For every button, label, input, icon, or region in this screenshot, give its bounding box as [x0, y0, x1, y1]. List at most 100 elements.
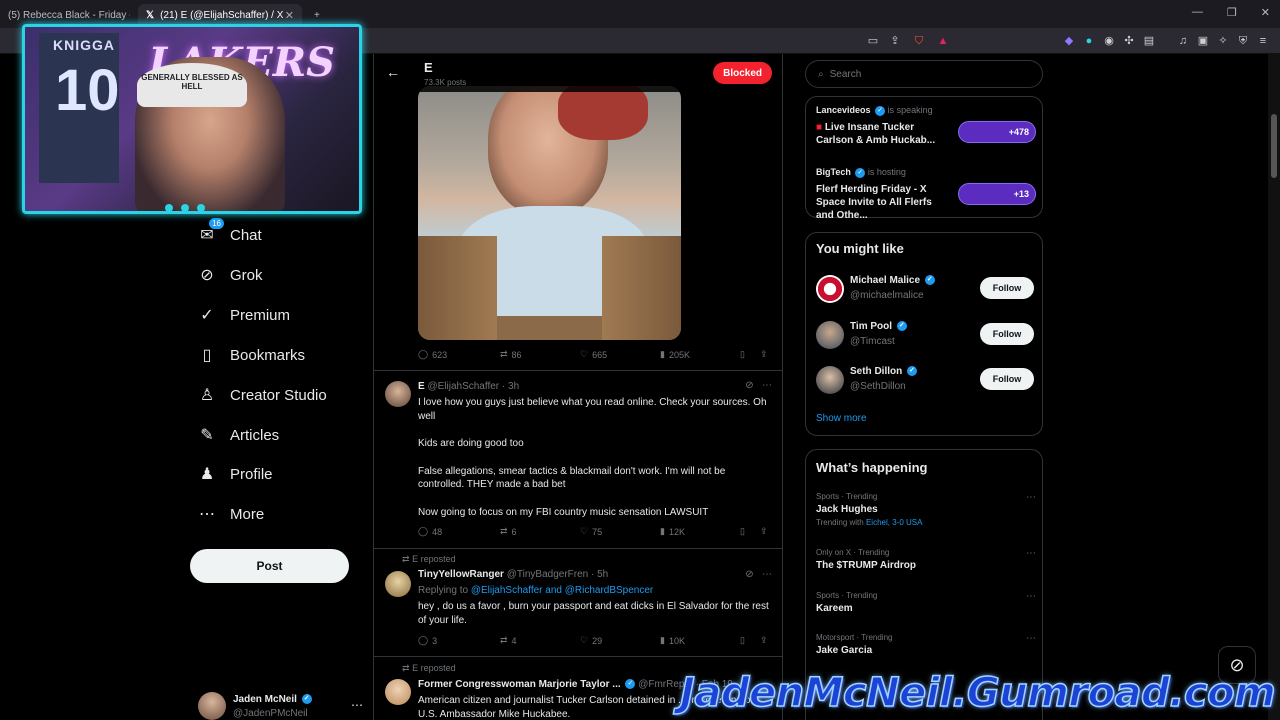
- account-switcher[interactable]: Jaden McNeil ✓ @JadenPMcNeil ⋯: [198, 692, 363, 720]
- like-button[interactable]: ♡ 665: [580, 349, 607, 360]
- space-listeners[interactable]: +478: [958, 121, 1036, 143]
- verified-badge-icon: ✓: [907, 366, 918, 377]
- reader-icon[interactable]: ▭: [866, 34, 880, 48]
- views-button[interactable]: ▮ 12K: [660, 526, 685, 537]
- tweet-author-name[interactable]: Former Congresswoman Marjorie Taylor ...: [418, 679, 621, 690]
- vpn-icon[interactable]: ⛨: [1236, 34, 1250, 48]
- share-button[interactable]: ⇪: [760, 349, 768, 360]
- like-button[interactable]: ♡ 75: [580, 526, 602, 537]
- window-controls: — ❐ ✕: [1192, 6, 1270, 19]
- more-options-icon[interactable]: ⋯: [1026, 591, 1036, 602]
- post-image[interactable]: [418, 86, 681, 340]
- extension-icon[interactable]: ◉: [1102, 34, 1116, 48]
- follow-button[interactable]: Follow: [980, 323, 1034, 345]
- space-listeners[interactable]: +13: [958, 183, 1036, 205]
- user-name: Michael Malice: [850, 275, 921, 286]
- music-icon[interactable]: ♫: [1176, 34, 1190, 48]
- scrollbar-thumb[interactable]: [1271, 114, 1277, 178]
- suggested-user[interactable]: Seth Dillon ✓ @SethDillon Follow: [816, 364, 1034, 400]
- follow-button[interactable]: Follow: [980, 277, 1034, 299]
- bookmark-button[interactable]: ▯: [740, 526, 745, 537]
- tweet-time[interactable]: 5h: [597, 569, 608, 580]
- extension-icon[interactable]: ●: [1082, 34, 1096, 48]
- repost-icon: ⇄: [500, 635, 508, 645]
- trend-related-link[interactable]: Eichel, 3-0 USA: [866, 518, 922, 527]
- repost-icon: ⇄: [500, 349, 508, 359]
- post-button[interactable]: Post: [190, 549, 349, 583]
- repost-icon: ⇄: [500, 526, 508, 536]
- reply-button[interactable]: ◯ 48: [418, 526, 442, 537]
- brave-shield-icon[interactable]: ⛉: [912, 34, 926, 48]
- more-options-icon[interactable]: ⋯: [762, 380, 772, 391]
- reply-button[interactable]: ◯ 3: [418, 635, 437, 646]
- avatar[interactable]: [385, 679, 411, 705]
- extension-icon[interactable]: ◆: [1062, 34, 1076, 48]
- close-tab-icon[interactable]: ✕: [285, 9, 294, 22]
- search-input[interactable]: ⌕ Search: [805, 60, 1043, 88]
- nav-item-bookmarks[interactable]: ▯ Bookmarks: [196, 341, 305, 369]
- close-window-icon[interactable]: ✕: [1261, 6, 1270, 19]
- new-tab-button[interactable]: +: [306, 4, 326, 26]
- nav-item-premium[interactable]: ✓ Premium: [196, 301, 290, 329]
- space-item[interactable]: Lancevideos ✓ is speaking ■ Live Insane …: [816, 105, 1036, 155]
- tweet-author-name[interactable]: TinyYellowRanger: [418, 569, 504, 580]
- views-button[interactable]: ▮ 205K: [660, 349, 690, 360]
- reply-button[interactable]: ◯ 623: [418, 349, 447, 360]
- tweet-author-name[interactable]: E: [418, 381, 425, 392]
- share-button[interactable]: ⇪: [760, 635, 768, 646]
- page-scrollbar[interactable]: [1268, 54, 1280, 720]
- tweet[interactable]: ⇄ E reposted TinyYellowRanger @TinyBadge…: [374, 548, 782, 656]
- blocked-button[interactable]: Blocked: [713, 62, 772, 84]
- menu-icon[interactable]: ≡: [1256, 34, 1270, 48]
- bookmark-button[interactable]: ▯: [740, 349, 745, 360]
- bookmark-icon: ▯: [740, 526, 745, 536]
- tweet-time[interactable]: 3h: [508, 381, 519, 392]
- more-options-icon[interactable]: ⋯: [1026, 492, 1036, 503]
- repost-button[interactable]: ⇄ 6: [500, 526, 517, 537]
- space-item[interactable]: BigTech ✓ is hosting Flerf Herding Frida…: [816, 167, 1036, 221]
- nav-item-chat[interactable]: ✉ 16 Chat: [196, 218, 262, 249]
- bookmark-button[interactable]: ▯: [740, 635, 745, 646]
- repost-button[interactable]: ⇄ 86: [500, 349, 522, 360]
- avatar[interactable]: [385, 571, 411, 597]
- trend-item[interactable]: Sports · Trending Jack Hughes Trending w…: [816, 492, 1036, 527]
- wallet-icon[interactable]: ▣: [1196, 34, 1210, 48]
- tweet-author-handle[interactable]: @ElijahSchaffer: [427, 381, 499, 392]
- show-more-link[interactable]: Show more: [816, 413, 867, 424]
- nav-item-more[interactable]: ⋯ More: [196, 500, 264, 528]
- nav-item-articles[interactable]: ✎ Articles: [196, 421, 279, 449]
- back-arrow-icon[interactable]: ←: [386, 64, 400, 80]
- tweet-author-handle[interactable]: @TinyBadgerFren: [507, 569, 588, 580]
- like-button[interactable]: ♡ 29: [580, 635, 602, 646]
- grok-icon[interactable]: ⊘: [745, 380, 753, 391]
- suggested-user[interactable]: Michael Malice ✓ @michaelmalice Follow: [816, 273, 1034, 309]
- avatar[interactable]: [385, 381, 411, 407]
- trend-category: Motorsport · Trending: [816, 633, 893, 642]
- minimize-icon[interactable]: —: [1192, 6, 1203, 19]
- nav-item-creator-studio[interactable]: ♙ Creator Studio: [196, 381, 327, 409]
- share-icon[interactable]: ⇪: [888, 34, 902, 48]
- extensions-puzzle-icon[interactable]: ✣: [1122, 34, 1136, 48]
- repost-button[interactable]: ⇄ 4: [500, 635, 517, 646]
- views-button[interactable]: ▮ 10K: [660, 635, 685, 646]
- browser-tab-youtube[interactable]: (5) Rebecca Black - Friday - YouTube: [0, 4, 130, 26]
- suggested-user[interactable]: Tim Pool ✓ @Timcast Follow: [816, 319, 1034, 355]
- more-options-icon[interactable]: ⋯: [762, 569, 772, 580]
- tweet[interactable]: E @ElijahSchaffer · 3h ⊘ ⋯ I love how yo…: [374, 370, 782, 548]
- nav-item-grok[interactable]: ⊘ Grok: [196, 261, 262, 289]
- grok-icon[interactable]: ⊘: [745, 569, 753, 580]
- rewards-icon[interactable]: ▲: [936, 34, 950, 48]
- more-options-icon[interactable]: ⋯: [1026, 548, 1036, 559]
- more-options-icon[interactable]: ⋯: [1026, 633, 1036, 644]
- restore-icon[interactable]: ❐: [1227, 6, 1237, 19]
- share-button[interactable]: ⇪: [760, 526, 768, 537]
- trend-item[interactable]: Sports · Trending Kareem ⋯: [816, 591, 1036, 614]
- more-options-icon[interactable]: ⋯: [351, 698, 363, 712]
- nav-item-profile[interactable]: ♟ Profile: [196, 460, 273, 488]
- leo-ai-icon[interactable]: ✧: [1216, 34, 1230, 48]
- follow-button[interactable]: Follow: [980, 368, 1034, 390]
- trend-item[interactable]: Only on X · Trending The $TRUMP Airdrop …: [816, 548, 1036, 571]
- browser-tab-x[interactable]: 𝕏 (21) E (@ElijahSchaffer) / X ✕: [138, 4, 302, 26]
- sidebar-icon[interactable]: ▤: [1142, 34, 1156, 48]
- trend-item[interactable]: Motorsport · Trending Jake Garcia ⋯: [816, 633, 1036, 656]
